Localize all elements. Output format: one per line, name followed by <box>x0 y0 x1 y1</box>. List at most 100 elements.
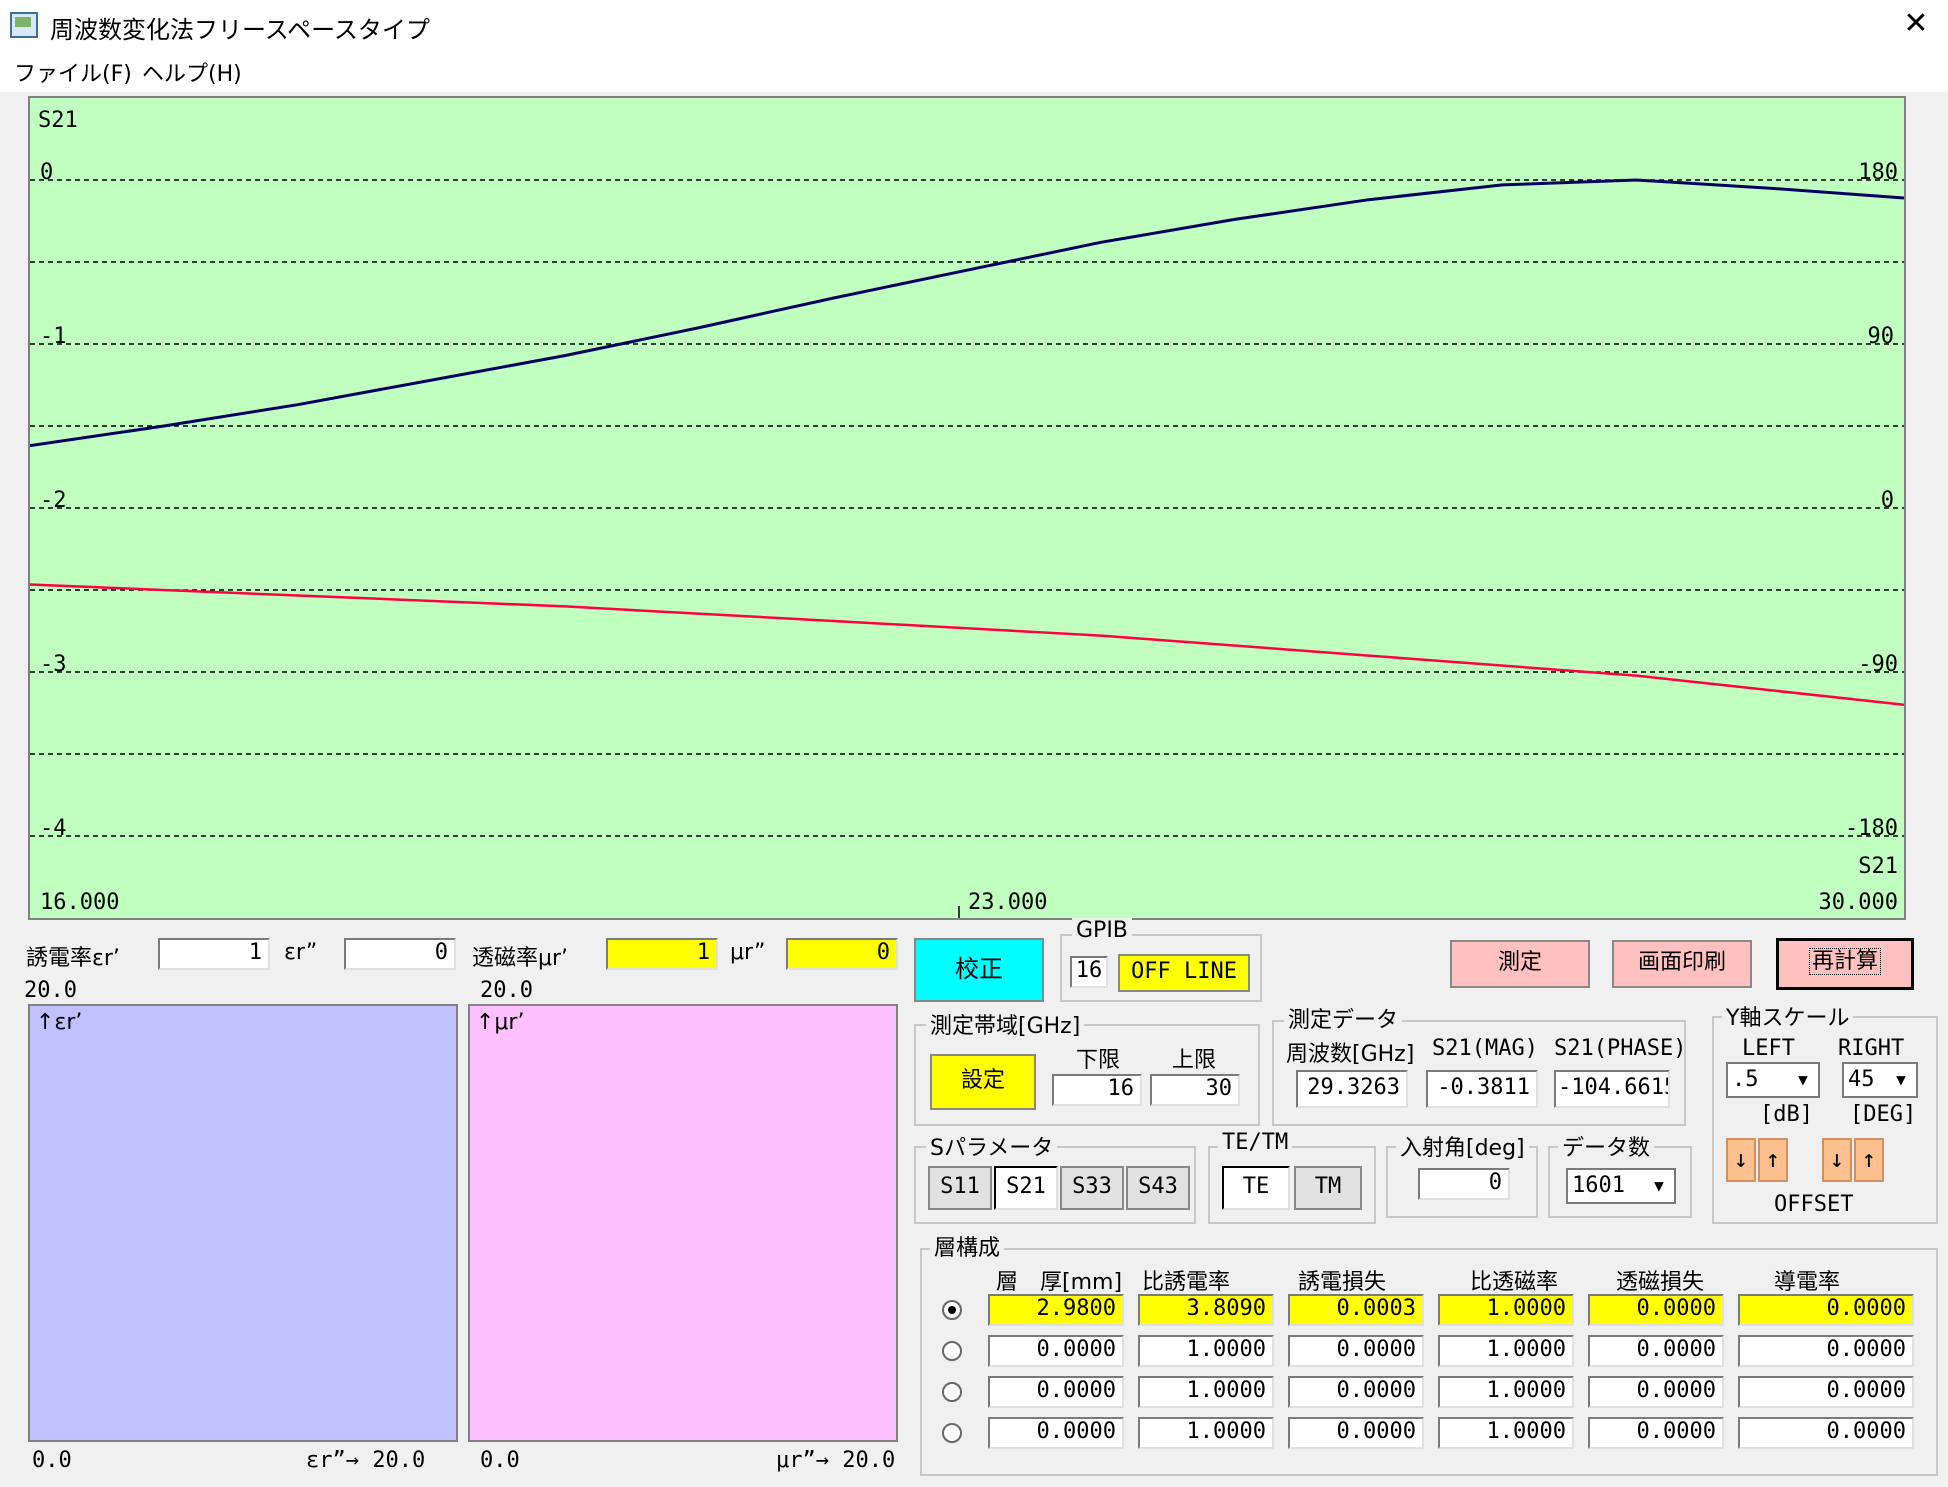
layer-select-radio[interactable] <box>942 1341 962 1361</box>
layer-select-radio[interactable] <box>942 1423 962 1443</box>
s21-button[interactable]: S21 <box>994 1166 1058 1210</box>
right-offset-down-button[interactable]: ↓ <box>1822 1138 1852 1182</box>
graph-param-label-right: S21 <box>1858 854 1898 879</box>
mr-prime-field[interactable]: 1 <box>606 938 718 970</box>
layer-thickness-field[interactable]: 0.0000 <box>988 1335 1124 1367</box>
y-scale-title: Y軸スケール <box>1722 1000 1854 1032</box>
layer-thickness-field[interactable]: 0.0000 <box>988 1417 1124 1449</box>
left-tick-1: -1 <box>40 324 67 349</box>
recalculate-button[interactable]: 再計算 <box>1776 938 1914 990</box>
layer-magnetic-loss-field[interactable]: 0.0000 <box>1588 1294 1724 1326</box>
layer-conductivity-field[interactable]: 0.0000 <box>1738 1335 1914 1367</box>
upper-limit-field[interactable]: 30 <box>1150 1074 1240 1106</box>
app-icon <box>10 12 38 38</box>
layer-header-thickness: 層 厚[mm] <box>996 1270 1123 1295</box>
y-left-scale-value: .5 <box>1732 1067 1759 1092</box>
layer-magnetic-loss-field[interactable]: 0.0000 <box>1588 1376 1724 1408</box>
menu-help[interactable]: ヘルプ(H) <box>142 56 242 88</box>
incidence-angle-field[interactable]: 0 <box>1418 1168 1510 1200</box>
layer-select-radio[interactable] <box>942 1382 962 1402</box>
left-tick-4: -4 <box>40 816 67 841</box>
s-parameter-graph: S21 0 -1 -2 -3 -4 180 90 0 -90 -180 S21 … <box>28 96 1906 920</box>
layer-header-dielectric-loss: 誘電損失 <box>1298 1270 1387 1295</box>
permittivity-bottom-right: εr”→ 20.0 <box>306 1448 426 1473</box>
layer-header-magnetic-loss: 透磁損失 <box>1616 1270 1705 1295</box>
incidence-title: 入射角[deg] <box>1396 1130 1529 1162</box>
y-left-label: LEFT <box>1742 1036 1795 1061</box>
calibrate-button[interactable]: 校正 <box>914 938 1044 1002</box>
permeability-plot: ↑μr’ <box>468 1004 898 1442</box>
er-prime-field[interactable]: 1 <box>158 938 270 970</box>
chevron-down-icon: ▼ <box>1654 1176 1664 1195</box>
permittivity-label: 誘電率εr’ <box>26 946 120 971</box>
right-tick-4: -180 <box>1845 816 1898 841</box>
phase-value: -104.6615 <box>1554 1070 1670 1108</box>
permeability-label: 透磁率μr’ <box>472 946 569 971</box>
x-tick-end: 30.000 <box>1818 890 1898 915</box>
layer-permittivity-field[interactable]: 1.0000 <box>1138 1335 1274 1367</box>
chevron-down-icon: ▼ <box>1798 1070 1808 1089</box>
y-left-scale-select[interactable]: .5 ▼ <box>1726 1062 1820 1098</box>
layer-permeability-field[interactable]: 1.0000 <box>1438 1294 1574 1326</box>
graph-canvas <box>30 178 1904 918</box>
right-tick-1: 90 <box>1867 324 1895 349</box>
layer-dielectric-loss-field[interactable]: 0.0000 <box>1288 1376 1424 1408</box>
menu-file[interactable]: ファイル(F) <box>14 56 132 88</box>
layer-magnetic-loss-field[interactable]: 0.0000 <box>1588 1335 1724 1367</box>
print-screen-button[interactable]: 画面印刷 <box>1612 940 1752 988</box>
permittivity-plot: ↑εr’ <box>28 1004 458 1442</box>
layer-permittivity-field[interactable]: 1.0000 <box>1138 1376 1274 1408</box>
gpib-address-field[interactable]: 16 <box>1070 956 1108 988</box>
mr-dprime-field[interactable]: 0 <box>786 938 898 970</box>
layer-header-permittivity: 比誘電率 <box>1142 1270 1231 1295</box>
layer-permittivity-field[interactable]: 3.8090 <box>1138 1294 1274 1326</box>
s43-button[interactable]: S43 <box>1126 1166 1190 1210</box>
left-offset-up-button[interactable]: ↑ <box>1758 1138 1788 1182</box>
permittivity-axis-y: ↑εr’ <box>36 1010 83 1035</box>
measurement-data-title: 測定データ <box>1284 1002 1403 1034</box>
graph-param-label: S21 <box>38 108 78 133</box>
permeability-bottom-left: 0.0 <box>480 1448 520 1473</box>
s-parameter-title: Sパラメータ <box>926 1130 1058 1162</box>
permeability-top: 20.0 <box>480 978 533 1003</box>
layer-conductivity-field[interactable]: 0.0000 <box>1738 1294 1914 1326</box>
right-offset-up-button[interactable]: ↑ <box>1854 1138 1884 1182</box>
close-icon[interactable]: ✕ <box>1892 6 1940 44</box>
layer-conductivity-field[interactable]: 0.0000 <box>1738 1417 1914 1449</box>
layer-permeability-field[interactable]: 1.0000 <box>1438 1335 1574 1367</box>
layer-permeability-field[interactable]: 1.0000 <box>1438 1376 1574 1408</box>
permittivity-bottom-left: 0.0 <box>32 1448 72 1473</box>
s11-button[interactable]: S11 <box>928 1166 992 1210</box>
recalculate-label: 再計算 <box>1808 948 1881 975</box>
layer-thickness-field[interactable]: 2.9800 <box>988 1294 1124 1326</box>
permeability-bottom-right: μr”→ 20.0 <box>776 1448 896 1473</box>
layer-permeability-field[interactable]: 1.0000 <box>1438 1417 1574 1449</box>
y-right-scale-select[interactable]: 45 ▼ <box>1842 1062 1918 1098</box>
mag-label: S21(MAG) <box>1432 1036 1538 1061</box>
left-tick-3: -3 <box>40 652 67 677</box>
y-right-scale-value: 45 <box>1848 1067 1875 1092</box>
layer-select-radio[interactable] <box>942 1300 962 1320</box>
set-band-button[interactable]: 設定 <box>930 1054 1036 1110</box>
phase-label: S21(PHASE) <box>1554 1036 1687 1061</box>
layer-permittivity-field[interactable]: 1.0000 <box>1138 1417 1274 1449</box>
layer-magnetic-loss-field[interactable]: 0.0000 <box>1588 1417 1724 1449</box>
te-button[interactable]: TE <box>1222 1166 1290 1210</box>
er-dprime-field[interactable]: 0 <box>344 938 456 970</box>
right-tick-3: -90 <box>1858 652 1898 677</box>
layer-dielectric-loss-field[interactable]: 0.0000 <box>1288 1335 1424 1367</box>
layer-conductivity-field[interactable]: 0.0000 <box>1738 1376 1914 1408</box>
data-count-select[interactable]: 1601 ▼ <box>1566 1168 1676 1204</box>
tm-button[interactable]: TM <box>1294 1166 1362 1210</box>
layer-dielectric-loss-field[interactable]: 0.0003 <box>1288 1294 1424 1326</box>
y-right-label: RIGHT <box>1838 1036 1905 1061</box>
s33-button[interactable]: S33 <box>1060 1166 1124 1210</box>
layer-thickness-field[interactable]: 0.0000 <box>988 1376 1124 1408</box>
lower-limit-field[interactable]: 16 <box>1052 1074 1142 1106</box>
upper-limit-label: 上限 <box>1172 1048 1217 1073</box>
layer-dielectric-loss-field[interactable]: 0.0000 <box>1288 1417 1424 1449</box>
measure-button[interactable]: 測定 <box>1450 940 1590 988</box>
layer-header-permeability: 比透磁率 <box>1470 1270 1559 1295</box>
gpib-status-button[interactable]: OFF LINE <box>1118 954 1250 992</box>
left-offset-down-button[interactable]: ↓ <box>1726 1138 1756 1182</box>
